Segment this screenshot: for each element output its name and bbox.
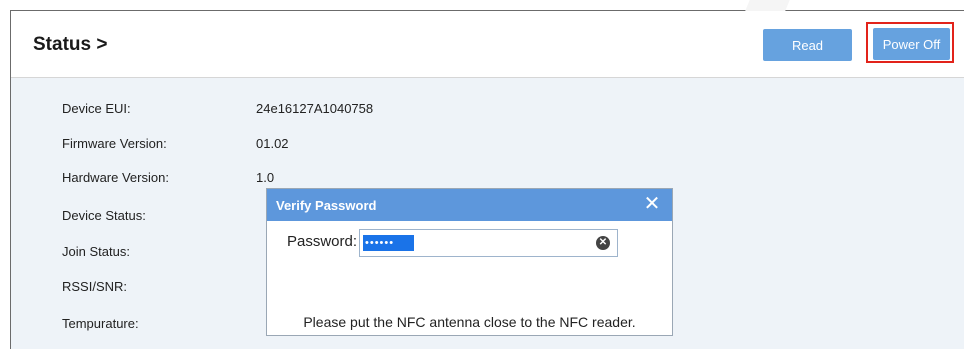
row-device-eui: Device EUI: 24e16127A1040758 [11,101,964,121]
hardware-version-label: Hardware Version: [62,170,169,185]
rssi-snr-label: RSSI/SNR: [62,279,128,294]
password-label: Password: [287,233,358,250]
password-input[interactable]: •••••• ✕ [359,229,618,257]
device-eui-label: Device EUI: [62,101,131,116]
verify-password-dialog: Verify Password ✕ Password: •••••• ✕ Ple… [266,188,673,336]
clear-icon[interactable]: ✕ [596,236,610,250]
read-button[interactable]: Read [763,29,852,61]
power-off-button[interactable]: Power Off [873,28,950,60]
device-eui-value: 24e16127A1040758 [256,101,374,116]
password-masked-value: •••••• [363,235,414,251]
close-icon[interactable]: ✕ [640,192,664,216]
row-hardware-version: Hardware Version: 1.0 [11,170,964,190]
page-title: Status > [33,34,108,55]
join-status-label: Join Status: [62,244,130,259]
status-header: Status > Read Power Off [11,11,964,78]
dialog-title: Verify Password [276,198,377,213]
row-firmware-version: Firmware Version: 01.02 [11,136,964,156]
dialog-titlebar: Verify Password ✕ [267,189,672,221]
hardware-version-value: 1.0 [256,170,275,185]
temperature-label: Tempurature: [62,316,139,331]
firmware-version-label: Firmware Version: [62,136,167,151]
firmware-version-value: 01.02 [256,136,289,151]
device-status-label: Device Status: [62,208,146,223]
dialog-message: Please put the NFC antenna close to the … [303,314,636,330]
